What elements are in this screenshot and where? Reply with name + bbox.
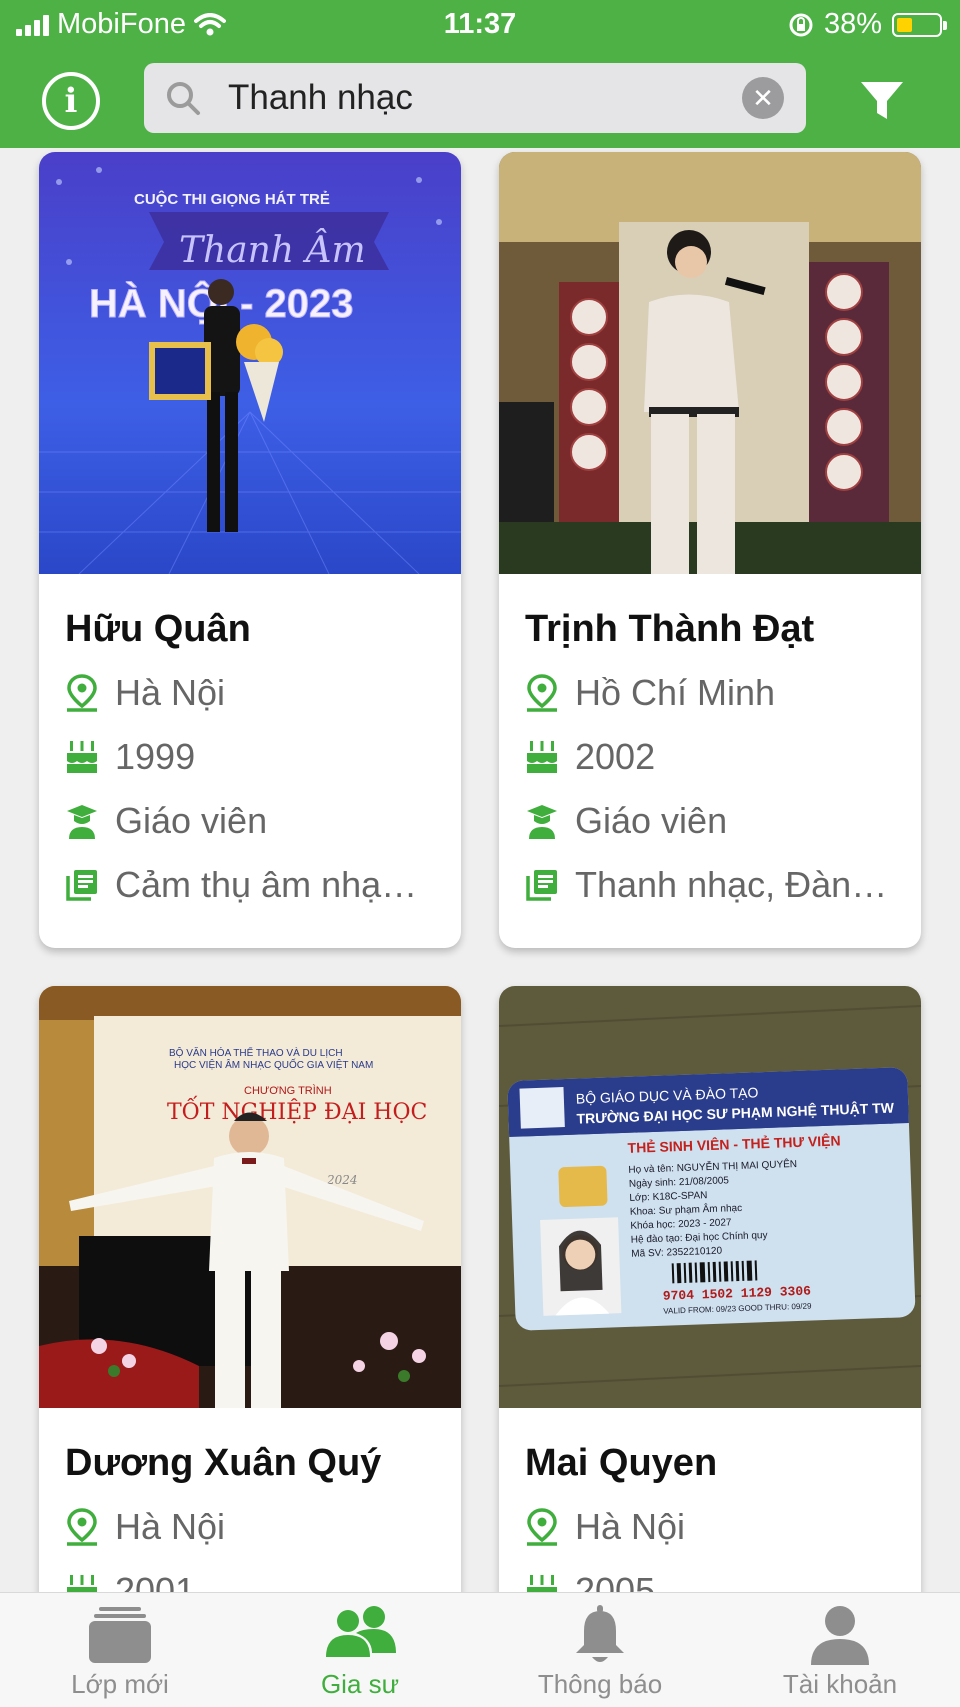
account-person-icon xyxy=(811,1606,869,1665)
tutor-photo: CUỘC THI GIỌNG HÁT TRẺ Thanh Âm HÀ NỘI -… xyxy=(39,152,461,574)
tab-label: Lớp mới xyxy=(71,1669,169,1699)
tutor-birth-year: 2001 xyxy=(65,1570,445,1592)
tutor-card[interactable]: BỘ VĂN HÓA THỂ THAO VÀ DU LỊCH HỌC VIỆN … xyxy=(39,986,461,1592)
tab-label: Gia sư xyxy=(320,1669,400,1699)
tutor-name: Dương Xuân Quý xyxy=(65,1442,382,1484)
bottom-tab-bar: Lớp mới Gia sư Thông báo Tài khoản xyxy=(0,1592,960,1707)
location-pin-icon xyxy=(67,674,97,712)
location-pin-icon xyxy=(527,674,557,712)
info-circle-icon: i xyxy=(64,81,78,121)
info-button[interactable]: i xyxy=(42,72,100,130)
tutor-card[interactable]: BỘ GIÁO DỤC VÀ ĐÀO TẠO TRƯỜNG ĐẠI HỌC SƯ… xyxy=(499,986,921,1592)
orientation-lock-icon xyxy=(789,13,813,36)
status-bar: MobiFone 11:37 38% xyxy=(0,0,960,48)
tutors-people-icon xyxy=(326,1606,396,1657)
search-input[interactable] xyxy=(228,73,708,123)
app-header: MobiFone 11:37 38% i Thanh nhạc ✕ xyxy=(0,0,960,148)
tab-gia-su[interactable]: Gia sư xyxy=(240,1593,480,1707)
tab-thong-bao[interactable]: Thông báo xyxy=(480,1593,720,1707)
birthday-cake-icon xyxy=(67,741,97,773)
battery-percent: 38% xyxy=(823,8,882,40)
tutor-name: Hữu Quân xyxy=(65,608,251,650)
birthday-cake-icon xyxy=(527,741,557,773)
photo-banner-line2: HỌC VIỆN ÂM NHẠC QUỐC GIA VIỆT NAM xyxy=(174,1057,373,1071)
bell-icon xyxy=(576,1605,624,1662)
graduation-cap-icon xyxy=(67,805,97,839)
tutor-photo xyxy=(499,152,921,574)
photo-banner-line3: CHƯƠNG TRÌNH xyxy=(244,1084,332,1097)
class-box-icon xyxy=(89,1607,151,1663)
tutor-location: Hồ Chí Minh xyxy=(525,672,905,714)
tutor-role: Giáo viên xyxy=(65,800,445,842)
location-pin-icon xyxy=(67,1508,97,1546)
tutor-birth-year: 2005 xyxy=(525,1570,905,1592)
tutor-role: Giáo viên xyxy=(525,800,905,842)
tutor-birth-year: 1999 xyxy=(65,736,445,778)
tutor-card[interactable]: CUỘC THI GIỌNG HÁT TRẺ Thanh Âm HÀ NỘI -… xyxy=(39,152,461,948)
location-pin-icon xyxy=(527,1508,557,1546)
photo-banner-line1: BỘ VĂN HÓA THỂ THAO VÀ DU LỊCH xyxy=(169,1046,343,1059)
tab-tai-khoan[interactable]: Tài khoản xyxy=(720,1593,960,1707)
birthday-cake-icon xyxy=(527,1575,557,1592)
clear-search-button[interactable]: ✕ xyxy=(742,77,784,119)
tutor-name: Trịnh Thành Đạt xyxy=(525,608,815,650)
tutor-location: Hà Nội xyxy=(65,672,445,714)
book-icon xyxy=(66,870,97,901)
tutor-name: Mai Quyen xyxy=(525,1442,718,1484)
tab-label: Thông báo xyxy=(537,1669,663,1699)
tutor-birth-year: 2002 xyxy=(525,736,905,778)
battery-icon xyxy=(892,12,947,37)
tutor-photo: BỘ VĂN HÓA THỂ THAO VÀ DU LỊCH HỌC VIỆN … xyxy=(39,986,461,1408)
tutor-subjects: Cảm thụ âm nhạc, Thanh nhạc xyxy=(65,864,445,906)
tutor-grid: CUỘC THI GIỌNG HÁT TRẺ Thanh Âm HÀ NỘI -… xyxy=(0,148,960,1592)
tutor-card[interactable]: Trịnh Thành Đạt Hồ Chí Minh 2002 Giáo vi… xyxy=(499,152,921,948)
search-icon xyxy=(167,82,200,115)
photo-banner-line4: TỐT NGHIỆP ĐẠI HỌC xyxy=(167,1095,427,1125)
birthday-cake-icon xyxy=(67,1575,97,1592)
tutor-location: Hà Nội xyxy=(65,1506,445,1548)
search-bar[interactable]: ✕ xyxy=(144,63,806,133)
tutor-subjects: Thanh nhạc, Đàn Piano xyxy=(525,864,905,906)
filter-icon[interactable] xyxy=(858,77,906,125)
photo-banner-line2: Thanh Âm xyxy=(179,229,366,271)
tab-label: Tài khoản xyxy=(782,1669,898,1699)
photo-banner-line1: CUỘC THI GIỌNG HÁT TRẺ xyxy=(134,190,330,208)
tab-lop-moi[interactable]: Lớp mới xyxy=(0,1593,240,1707)
tutor-location: Hà Nội xyxy=(525,1506,905,1548)
book-icon xyxy=(526,870,557,901)
tutor-photo: BỘ GIÁO DỤC VÀ ĐÀO TẠO TRƯỜNG ĐẠI HỌC SƯ… xyxy=(499,986,921,1408)
graduation-cap-icon xyxy=(527,805,557,839)
clear-icon: ✕ xyxy=(752,83,774,113)
